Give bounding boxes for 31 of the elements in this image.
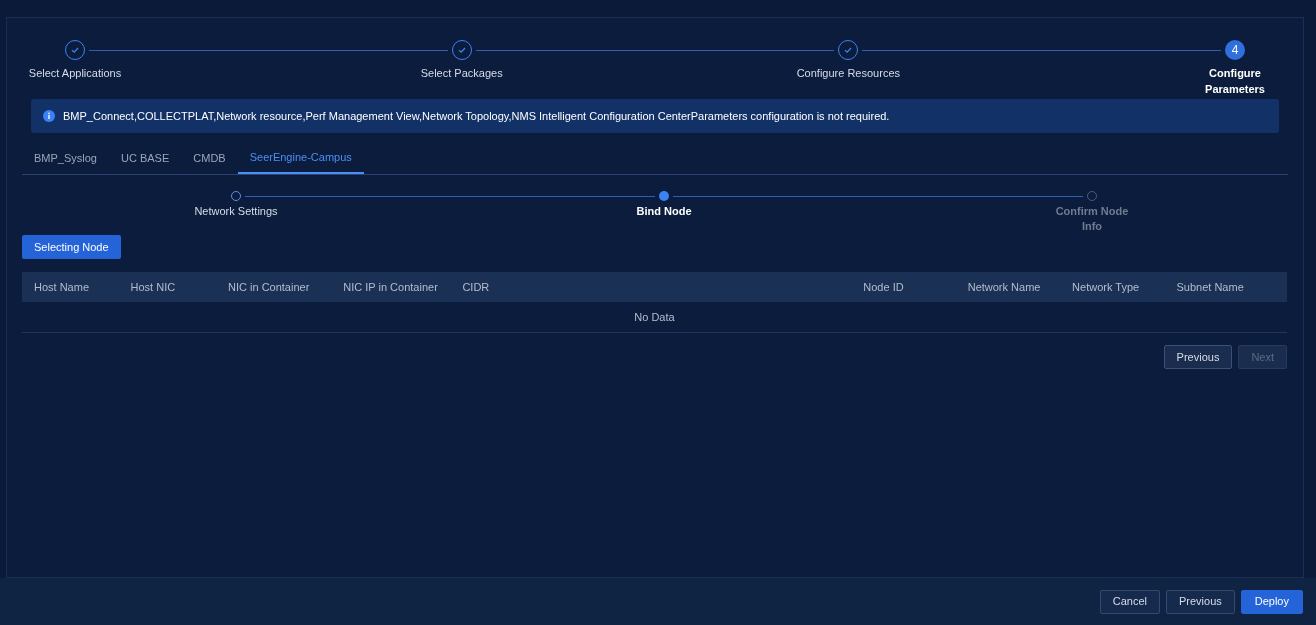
footer-button[interactable]: Deploy — [1240, 589, 1303, 614]
footer-button[interactable]: Previous — [1165, 589, 1235, 614]
column-header: Node ID — [863, 280, 905, 295]
info-icon — [43, 110, 55, 122]
step-label: Configure Parameters — [1204, 66, 1266, 97]
step-label: Select Applications — [28, 66, 122, 81]
step-label: Network Settings — [193, 204, 279, 219]
selecting-node-button[interactable]: Selecting Node — [22, 235, 121, 260]
check-icon — [70, 45, 80, 55]
step-label: Configure Resources — [796, 66, 900, 81]
column-header: Network Type — [1072, 280, 1141, 295]
step-label: Confirm Node Info — [1054, 204, 1130, 234]
tab[interactable]: BMP_Syslog — [22, 143, 109, 174]
tab[interactable]: UC BASE — [109, 143, 182, 174]
column-header: Host NIC — [130, 280, 177, 295]
column-header: CIDR — [462, 280, 491, 295]
column-header: NIC in Container — [228, 280, 311, 295]
check-icon — [456, 45, 467, 55]
column-header: Network Name — [967, 280, 1042, 295]
tab[interactable]: CMDB — [181, 143, 238, 174]
check-icon — [843, 45, 854, 55]
step-label: Bind Node — [635, 204, 693, 219]
info-message: BMP_Connect,COLLECTPLAT,Network resource,Perf Management View,Network Topology,NMS Intelligent Configuration CenterParameters configuration is not required. — [63, 108, 890, 124]
column-header: Host Name — [34, 280, 91, 295]
step-label: Select Packages — [420, 66, 503, 81]
column-header: Subnet Name — [1176, 280, 1245, 295]
tab[interactable]: SeerEngine-Campus — [237, 143, 364, 174]
pager-button[interactable]: Previous — [1163, 345, 1233, 370]
footer-button[interactable]: Cancel — [1099, 589, 1160, 614]
empty-message: No Data — [634, 310, 675, 325]
column-header: NIC IP in Container — [343, 280, 439, 295]
